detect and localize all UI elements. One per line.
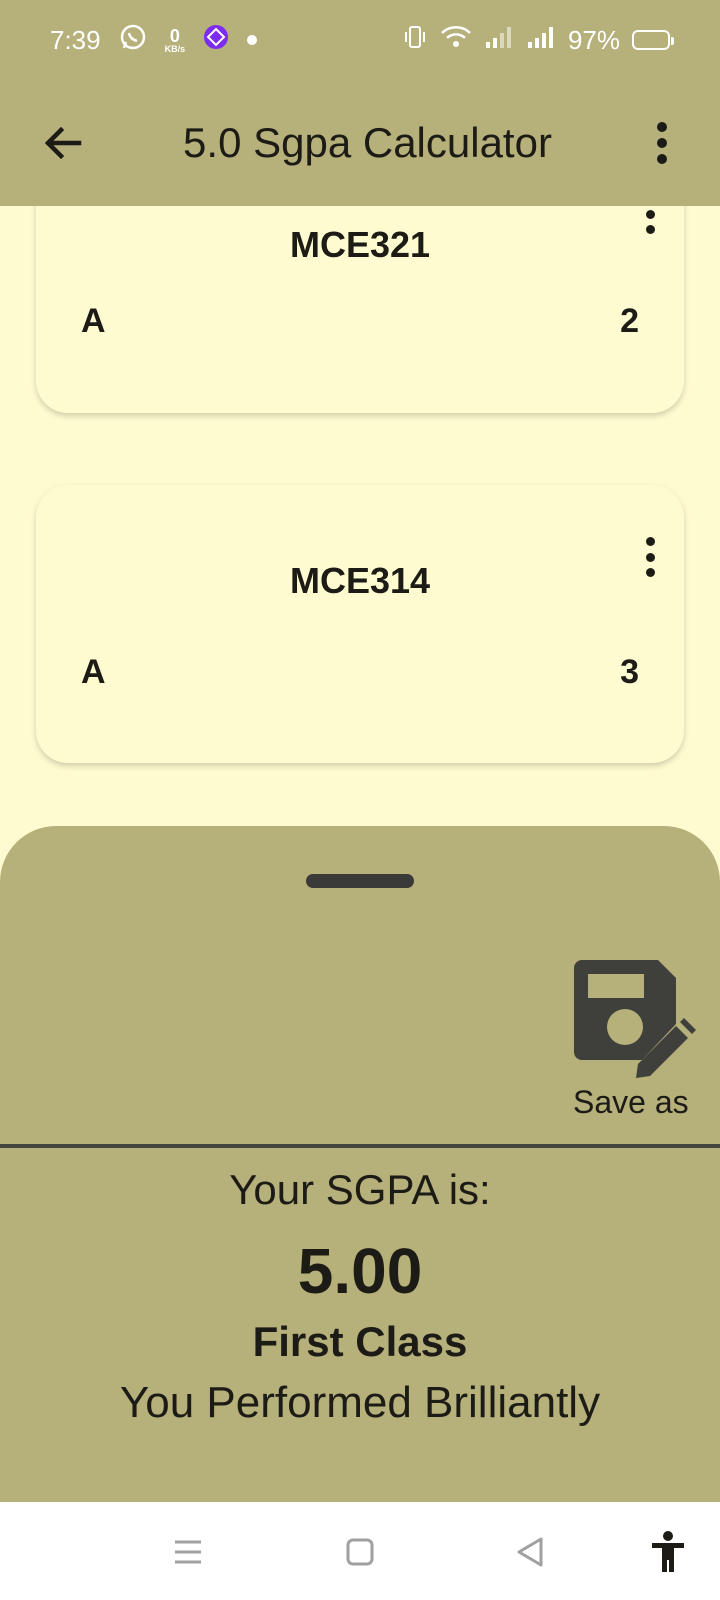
- wifi-icon: [440, 24, 472, 57]
- course-card[interactable]: MCE321 A 2: [36, 170, 684, 413]
- divider: [0, 1144, 720, 1148]
- arrow-back-icon[interactable]: [31, 111, 95, 175]
- sgpa-label: Your SGPA is:: [229, 1166, 491, 1213]
- accessibility-icon[interactable]: [646, 1530, 690, 1574]
- save-as-button[interactable]: Save as: [560, 946, 710, 1126]
- sgpa-remark: You Performed Brilliantly: [119, 1378, 601, 1427]
- course-grade: A: [81, 302, 106, 340]
- whatsapp-icon: [119, 23, 147, 58]
- sgpa-value: 5.00: [297, 1235, 423, 1307]
- net-speed: 0 KB/s: [165, 27, 186, 54]
- more-vert-icon[interactable]: [636, 537, 664, 589]
- signal-icon: [526, 24, 556, 57]
- app-icon: [203, 24, 229, 57]
- result-bottom-sheet[interactable]: Save as Your SGPA is: 5.00 First Class Y…: [0, 826, 720, 1502]
- more-vert-icon[interactable]: [630, 111, 694, 175]
- vibrate-icon: [402, 24, 428, 57]
- battery-icon: [632, 30, 674, 50]
- app-bar: 5.0 Sgpa Calculator: [0, 80, 720, 206]
- battery-percent: 97%: [567, 24, 620, 55]
- course-code: MCE314: [289, 560, 431, 601]
- home-square-icon[interactable]: [338, 1530, 382, 1574]
- net-speed-value: 0: [169, 25, 180, 46]
- menu-icon[interactable]: [166, 1530, 210, 1574]
- course-card[interactable]: MCE314 A 3: [36, 485, 684, 763]
- sgpa-class: First Class: [252, 1318, 468, 1365]
- net-speed-unit: KB/s: [164, 43, 186, 54]
- screen: 7:39 0 KB/s 97% MCE321 A 2 MCE314 A 3 5.…: [0, 0, 720, 1600]
- status-bar: 7:39 0 KB/s 97%: [0, 0, 720, 80]
- course-units: 2: [620, 302, 639, 340]
- notification-dot: [247, 35, 258, 45]
- system-nav-bar: [0, 1502, 720, 1600]
- drag-handle[interactable]: [306, 874, 414, 888]
- signal-icon: [484, 24, 514, 57]
- course-grade: A: [81, 653, 106, 691]
- course-units: 3: [620, 653, 639, 691]
- app-title: 5.0 Sgpa Calculator: [183, 119, 552, 166]
- course-code: MCE321: [289, 224, 431, 265]
- save-edit-icon: [570, 956, 696, 1085]
- save-as-label: Save as: [573, 1084, 689, 1120]
- status-time: 7:39: [50, 24, 101, 55]
- back-triangle-icon[interactable]: [508, 1530, 552, 1574]
